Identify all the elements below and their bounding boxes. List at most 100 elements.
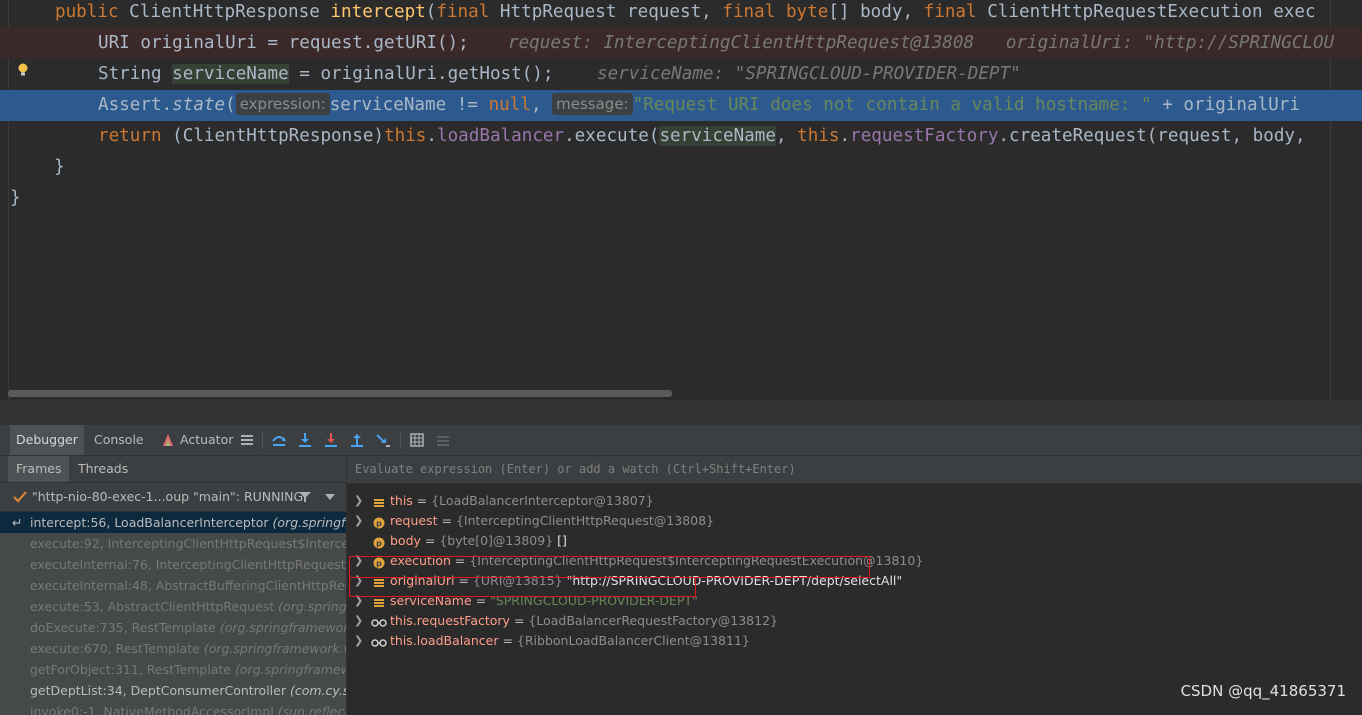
- trace-table-icon[interactable]: [435, 432, 451, 448]
- frame-row[interactable]: executeInternal:48, AbstractBufferingCli…: [0, 575, 346, 596]
- variable-text: body = {byte[0]@13809} []: [390, 531, 567, 551]
- variable-row[interactable]: ❯ this = {LoadBalancerInterceptor@13807}: [347, 491, 1362, 511]
- code-token: public: [55, 2, 130, 22]
- variable-name: this.requestFactory: [390, 613, 510, 628]
- tab-actuator[interactable]: Actuator: [174, 425, 239, 455]
- panel-splitter[interactable]: [0, 400, 1362, 425]
- debug-inline-hint: request: InterceptingClientHttpRequest@1…: [508, 33, 1335, 53]
- code-line-3[interactable]: String serviceName = originalUri.getHost…: [0, 59, 1362, 90]
- chevron-right-icon[interactable]: ❯: [354, 611, 363, 631]
- parameter-hint-message: message:: [552, 93, 633, 115]
- code-editor[interactable]: public ClientHttpResponse intercept(fina…: [0, 0, 1362, 400]
- service-name-statement: String serviceName = originalUri.getHost…: [98, 59, 554, 90]
- frame-row[interactable]: executeInternal:76, InterceptingClientHt…: [0, 554, 346, 575]
- variable-row[interactable]: ❯ this.loadBalancer = {RibbonLoadBalancer…: [347, 631, 1362, 651]
- equals-sign: =: [420, 533, 440, 548]
- code-token: final: [436, 2, 500, 22]
- frame-method: execute:670, RestTemplate: [30, 641, 204, 656]
- run-to-cursor-icon[interactable]: [375, 432, 391, 448]
- debug-inline-hint: serviceName: "SPRINGCLOUD-PROVIDER-DEPT": [597, 64, 1021, 84]
- code-line-5[interactable]: return (ClientHttpResponse)this.loadBala…: [0, 121, 1362, 152]
- force-step-into-icon[interactable]: [323, 432, 339, 448]
- chevron-right-icon[interactable]: ❯: [354, 631, 363, 651]
- equals-sign: =: [412, 493, 432, 508]
- frame-row[interactable]: getDeptList:34, DeptConsumerController (…: [0, 680, 346, 701]
- equals-sign: =: [509, 613, 529, 628]
- frame-row[interactable]: execute:92, InterceptingClientHttpReques…: [0, 533, 346, 554]
- param-icon: p: [373, 515, 385, 529]
- frame-method: intercept:56, LoadBalancerInterceptor: [30, 515, 273, 530]
- intention-bulb-icon[interactable]: [17, 63, 29, 77]
- layout-menu-icon[interactable]: [239, 432, 255, 448]
- chevron-down-icon[interactable]: [325, 494, 335, 500]
- closing-brace: }: [10, 183, 21, 214]
- return-statement: return (ClientHttpResponse)this.loadBala…: [98, 121, 1316, 152]
- frame-row[interactable]: execute:53, AbstractClientHttpRequest (o…: [0, 596, 346, 617]
- variable-row[interactable]: ❯ this.requestFactory = {LoadBalancerRequ…: [347, 611, 1362, 631]
- code-line-4-current[interactable]: Assert.state(expression: serviceName != n…: [0, 90, 1362, 121]
- actuator-icon: [163, 434, 173, 446]
- variable-text: this.loadBalancer = {RibbonLoadBalancerC…: [390, 631, 750, 651]
- code-line-6[interactable]: }: [0, 152, 1362, 183]
- watch-input[interactable]: Evaluate expression (Enter) or add a wat…: [347, 456, 1362, 484]
- return-arrow-icon: ↵: [12, 515, 23, 530]
- frame-package: (org.springframework.cloud.client.loadba…: [272, 515, 346, 530]
- frame-package: (org.springframework.web.client): [219, 620, 346, 635]
- variable-row[interactable]: p body = {byte[0]@13809} []: [347, 531, 1362, 551]
- variable-text: this.requestFactory = {LoadBalancerReque…: [390, 611, 778, 631]
- code-line-1[interactable]: public ClientHttpResponse intercept(fina…: [0, 0, 1362, 28]
- evaluate-expression-icon[interactable]: [409, 432, 425, 448]
- code-token: final: [923, 2, 988, 22]
- assert-condition: serviceName !=: [329, 95, 489, 115]
- frame-row[interactable]: execute:670, RestTemplate (org.springfra…: [0, 638, 346, 659]
- code-token: ClientHttpResponse: [129, 2, 331, 22]
- code-line-2[interactable]: URI originalUri = request.getURI(); requ…: [0, 28, 1362, 59]
- svg-text:p: p: [376, 539, 382, 548]
- tab-threads[interactable]: Threads: [70, 456, 136, 482]
- code-token: state: [172, 95, 226, 115]
- frame-row[interactable]: invoke0:-1, NativeMethodAccessorImpl (su…: [0, 701, 346, 715]
- comma: ,: [530, 95, 553, 115]
- frame-method: invoke0:-1, NativeMethodAccessorImpl: [30, 704, 278, 715]
- tab-console[interactable]: Console: [88, 425, 150, 455]
- toolbar-separator: [400, 431, 401, 449]
- frame-row[interactable]: getForObject:311, RestTemplate (org.spri…: [0, 659, 346, 680]
- variable-row[interactable]: ❯ p request = {InterceptingClientHttpReque…: [347, 511, 1362, 531]
- equals-sign: =: [437, 513, 456, 528]
- variable-type: {LoadBalancerInterceptor@13807}: [431, 493, 654, 508]
- frame-method: executeInternal:76, InterceptingClientHt…: [30, 557, 346, 572]
- filter-icon[interactable]: [298, 491, 312, 503]
- tab-frames[interactable]: Frames: [8, 456, 70, 482]
- original-uri-statement: URI originalUri = request.getURI();: [98, 28, 469, 59]
- code-line-7[interactable]: }: [0, 183, 1362, 214]
- code-token: .: [839, 126, 851, 146]
- tab-debugger[interactable]: Debugger: [10, 425, 84, 455]
- step-out-icon[interactable]: [349, 432, 365, 448]
- chevron-right-icon[interactable]: ❯: [354, 511, 363, 531]
- parameter-hint-expression: expression:: [235, 93, 330, 115]
- code-token: }: [10, 188, 21, 208]
- watch-glasses-icon: [371, 635, 387, 647]
- variable-type: {RibbonLoadBalancerClient@13811}: [516, 633, 750, 648]
- toolbar-separator: [262, 431, 263, 449]
- watermark: CSDN @qq_41865371: [1180, 682, 1346, 700]
- method-signature: public ClientHttpResponse intercept(fina…: [55, 0, 1316, 28]
- assert-statement: Assert.state(expression: serviceName != n…: [98, 90, 1300, 121]
- code-token: byte: [785, 2, 829, 22]
- chevron-right-icon[interactable]: ❯: [354, 491, 363, 511]
- code-token: .createRequest(request, body,: [998, 126, 1317, 146]
- frame-row-current[interactable]: ↵ intercept:56, LoadBalancerInterceptor (…: [0, 512, 346, 533]
- closing-brace: }: [54, 152, 65, 183]
- thread-selector[interactable]: "http-nio-80-exec-1...oup "main": RUNNIN…: [0, 483, 346, 512]
- horizontal-scrollbar[interactable]: [8, 390, 672, 397]
- code-token: .: [426, 126, 437, 146]
- frame-row[interactable]: doExecute:735, RestTemplate (org.springf…: [0, 617, 346, 638]
- frame-method: getDeptList:34, DeptConsumerController: [30, 683, 290, 698]
- thread-label: "http-nio-80-exec-1...oup "main": RUNNIN…: [32, 489, 304, 504]
- frames-subtabs: Frames Threads: [0, 456, 346, 483]
- checkmark-icon: [13, 491, 27, 503]
- code-token: final: [722, 2, 786, 22]
- variable-type: {InterceptingClientHttpRequest@13808}: [455, 513, 715, 528]
- step-over-icon[interactable]: [271, 432, 287, 448]
- step-into-icon[interactable]: [297, 432, 313, 448]
